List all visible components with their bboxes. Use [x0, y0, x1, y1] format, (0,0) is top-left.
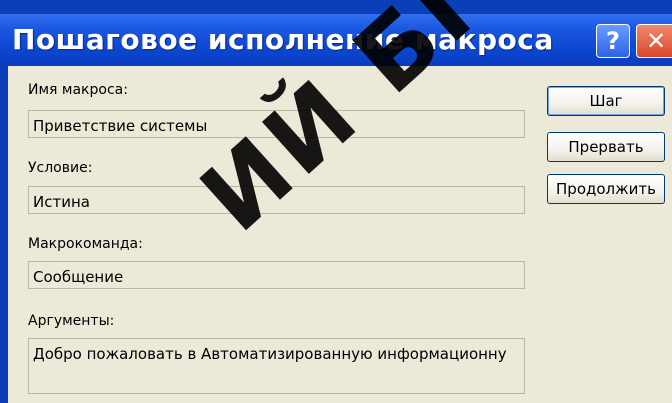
close-button[interactable]: ✕	[636, 24, 672, 58]
question-icon: ?	[606, 27, 620, 55]
continue-button[interactable]: Продолжить	[547, 174, 665, 204]
arguments-label: Аргументы:	[28, 313, 115, 329]
condition-field: Истина	[28, 186, 525, 214]
condition-label: Условие:	[28, 160, 93, 176]
window-border	[0, 66, 8, 403]
action-label: Макрокоманда:	[28, 236, 143, 252]
close-icon: ✕	[645, 27, 667, 55]
arguments-field: Добро пожаловать в Автоматизированную ин…	[28, 338, 525, 394]
macro-name-label: Имя макроса:	[28, 82, 128, 98]
step-button[interactable]: Шаг	[547, 86, 665, 116]
help-button[interactable]: ?	[596, 24, 630, 58]
dialog-client-area: Имя макроса: Приветствие системы Условие…	[8, 66, 672, 403]
halt-button[interactable]: Прервать	[547, 132, 665, 162]
macro-name-field: Приветствие системы	[28, 110, 525, 138]
title-bar[interactable]: Пошаговое исполнение макроса ? ✕	[0, 14, 672, 66]
dialog-window: Пошаговое исполнение макроса ? ✕ Имя мак…	[0, 0, 672, 403]
action-field: Сообщение	[28, 261, 525, 289]
dialog-title: Пошаговое исполнение макроса	[12, 23, 554, 56]
